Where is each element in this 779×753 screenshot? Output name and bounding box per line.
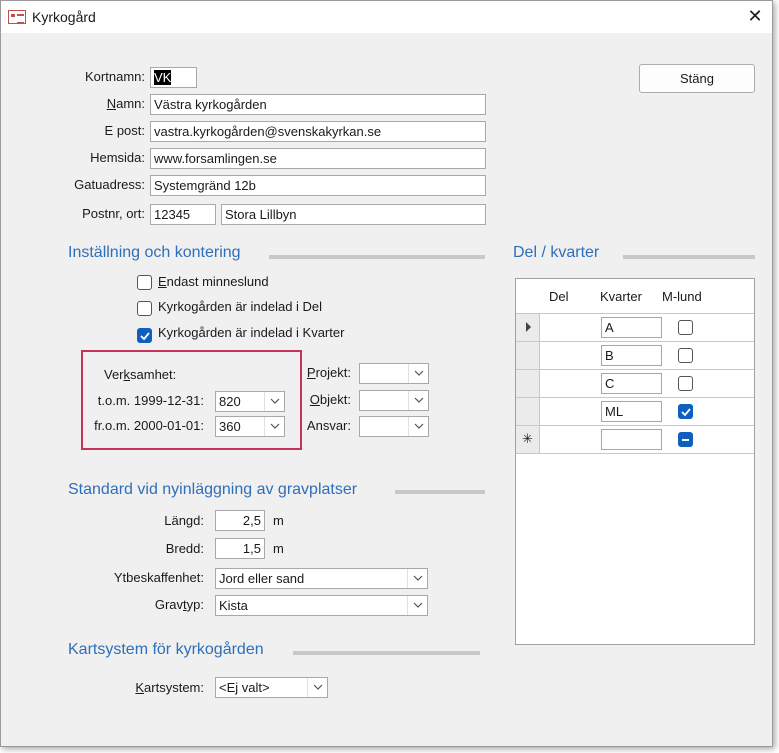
verksamhet-2000-combo[interactable]: 360 — [215, 416, 285, 437]
epost-field[interactable]: vastra.kyrkogården@svenskakyrkan.se — [150, 121, 486, 142]
mlund-checkbox[interactable] — [678, 320, 693, 335]
new-record-icon: ✳ — [522, 431, 533, 446]
bredd-field[interactable]: 1,5 — [215, 538, 265, 559]
combo-value: 360 — [219, 419, 241, 434]
postnr-label: Postnr, ort: — [82, 206, 145, 221]
kvarter-cell[interactable] — [601, 429, 662, 450]
chevron-down-icon[interactable] — [307, 678, 327, 697]
checkmark-icon — [140, 332, 150, 341]
kartsystem-label: Kartsystem: — [135, 680, 204, 695]
kvarter-cell[interactable]: B — [601, 345, 662, 366]
combo-value: Jord eller sand — [219, 571, 305, 586]
chevron-down-icon[interactable] — [407, 569, 427, 588]
current-row-icon — [526, 322, 531, 332]
combo-value: 820 — [219, 394, 241, 409]
column-header-kvarter[interactable]: Kvarter — [600, 289, 642, 304]
mlund-checkbox[interactable] — [678, 432, 693, 447]
mlund-checkbox[interactable] — [678, 404, 693, 419]
section-rule — [623, 255, 755, 259]
table-row[interactable]: A — [516, 314, 754, 342]
section-standard-title: Standard vid nyinläggning av gravplatser — [68, 481, 358, 498]
ort-field[interactable]: Stora Lillbyn — [221, 204, 486, 225]
projekt-label: Projekt: — [306, 365, 351, 380]
mlund-checkbox[interactable] — [678, 376, 693, 391]
row-selector[interactable] — [516, 370, 540, 397]
column-header-mlund[interactable]: M-lund — [662, 289, 702, 304]
namn-label: Namn: — [106, 96, 145, 111]
new-row[interactable]: ✳ — [516, 426, 754, 454]
projekt-combo[interactable] — [359, 363, 429, 384]
indelad-kvarter-label: Kyrkogården är indelad i Kvarter — [158, 325, 345, 340]
row-selector[interactable] — [516, 398, 540, 425]
chevron-down-icon[interactable] — [264, 417, 284, 436]
section-rule — [395, 490, 485, 494]
close-icon[interactable]: ✕ — [742, 4, 768, 28]
epost-label: E post: — [104, 123, 145, 138]
minneslund-label: Endast minneslund — [158, 274, 269, 289]
window-title: Kyrkogård — [32, 9, 96, 25]
verksamhet-label: Verksamhet: — [104, 367, 177, 382]
kvarter-cell[interactable]: C — [601, 373, 662, 394]
indelad-del-checkbox[interactable] — [137, 301, 152, 316]
section-rule — [293, 651, 480, 655]
verksamhet-row-label: fr.o.m. 2000-01-01: — [94, 418, 204, 433]
table-row[interactable]: B — [516, 342, 754, 370]
chevron-down-icon[interactable] — [264, 392, 284, 411]
ytbeskaffenhet-label: Ytbeskaffenhet: — [113, 570, 204, 585]
bredd-unit: m — [273, 541, 284, 556]
verksamhet-row-label: t.o.m. 1999-12-31: — [97, 393, 204, 408]
stang-button[interactable]: Stäng — [639, 64, 755, 93]
langd-label: Längd: — [164, 513, 204, 528]
kortnamn-field[interactable]: VK — [150, 67, 197, 88]
gravtyp-combo[interactable]: Kista — [215, 595, 428, 616]
kortnamn-label: Kortnamn: — [85, 69, 145, 84]
kortnamn-value: VK — [154, 70, 172, 85]
objekt-combo[interactable] — [359, 390, 429, 411]
kvarter-cell[interactable]: A — [601, 317, 662, 338]
table-row[interactable]: C — [516, 370, 754, 398]
column-header-del[interactable]: Del — [549, 289, 569, 304]
ansvar-combo[interactable] — [359, 416, 429, 437]
row-selector[interactable]: ✳ — [516, 426, 540, 453]
section-rule — [269, 255, 485, 259]
chevron-down-icon[interactable] — [407, 596, 427, 615]
mlund-checkbox[interactable] — [678, 348, 693, 363]
ytbeskaffenhet-combo[interactable]: Jord eller sand — [215, 568, 428, 589]
combo-value: Kista — [219, 598, 248, 613]
gatuadress-field[interactable]: Systemgränd 12b — [150, 175, 486, 196]
objekt-label: Objekt: — [309, 392, 351, 407]
verksamhet-1999-combo[interactable]: 820 — [215, 391, 285, 412]
row-selector[interactable] — [516, 314, 540, 341]
hemsida-field[interactable]: www.forsamlingen.se — [150, 148, 486, 169]
chevron-down-icon[interactable] — [408, 391, 428, 410]
grid-header: Del Kvarter M-lund — [516, 279, 754, 314]
langd-unit: m — [273, 513, 284, 528]
checkmark-icon — [681, 408, 691, 417]
langd-field[interactable]: 2,5 — [215, 510, 265, 531]
form-icon — [8, 10, 26, 24]
postnr-field[interactable]: 12345 — [150, 204, 216, 225]
indelad-kvarter-checkbox[interactable] — [137, 328, 152, 343]
kyrkogard-window: Kyrkogård ✕ Kortnamn: VK Namn: Västra ky… — [0, 0, 773, 747]
section-installning-title: Inställning och kontering — [68, 244, 241, 261]
section-kartsystem-title: Kartsystem för kyrkogården — [68, 641, 264, 658]
chevron-down-icon[interactable] — [408, 364, 428, 383]
ansvar-label: Ansvar: — [306, 418, 351, 433]
title-bar[interactable]: Kyrkogård ✕ — [1, 1, 772, 33]
indelad-del-label: Kyrkogården är indelad i Del — [158, 299, 323, 314]
del-kvarter-grid[interactable]: Del Kvarter M-lund A B C ML ✳ — [515, 278, 755, 645]
kartsystem-combo[interactable]: <Ej valt> — [215, 677, 328, 698]
kvarter-cell[interactable]: ML — [601, 401, 662, 422]
minneslund-checkbox[interactable] — [137, 275, 152, 290]
gravtyp-label: Gravtyp: — [154, 597, 204, 612]
namn-field[interactable]: Västra kyrkogården — [150, 94, 486, 115]
section-del-kvarter-title: Del / kvarter — [513, 244, 600, 261]
gatuadress-label: Gatuadress: — [74, 177, 145, 192]
hemsida-label: Hemsida: — [90, 150, 145, 165]
row-selector[interactable] — [516, 342, 540, 369]
table-row[interactable]: ML — [516, 398, 754, 426]
chevron-down-icon[interactable] — [408, 417, 428, 436]
combo-value: <Ej valt> — [219, 680, 270, 695]
bredd-label: Bredd: — [165, 541, 204, 556]
